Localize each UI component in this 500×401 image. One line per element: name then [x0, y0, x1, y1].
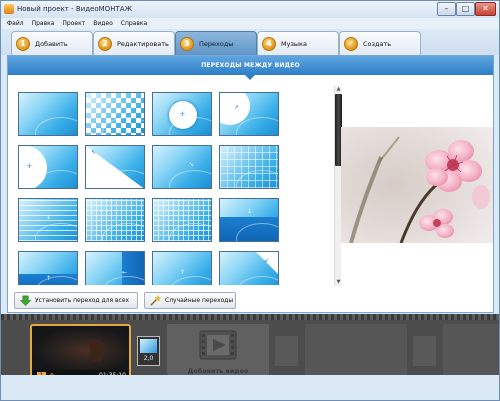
transition-thumb-circle-corner[interactable]: ↗ [219, 92, 279, 136]
transitions-panel: ПЕРЕХОДЫ МЕЖДУ ВИДЕО ✛ ↗ ✛ ↖ ↘ ↓ ↓ ↑ ← ↑… [7, 55, 494, 313]
transition-thumb-corner[interactable]: ↙ [219, 251, 279, 285]
video-clip-card[interactable]: 1 ✎ 01:35:10 [30, 324, 131, 381]
maximize-button[interactable]: □ [456, 2, 475, 16]
transition-thumb-split[interactable]: ↓ [219, 198, 279, 242]
menu-help[interactable]: Справка [121, 20, 147, 27]
transition-thumb-wipe-up[interactable]: ↑ [18, 251, 78, 285]
arrow-icon: ↙ [264, 257, 270, 264]
transitions-grid: ✛ ↗ ✛ ↖ ↘ ↓ ↓ ↑ ← ↑ ↙ [16, 92, 284, 285]
magic-wand-icon [150, 295, 161, 306]
scroll-down-icon[interactable]: ▼ [335, 279, 342, 286]
tab-transitions[interactable]: 3 Переходы [175, 31, 257, 55]
app-window: Новый проект - ВидеоМОНТАЖ – □ ✕ Файл Пр… [0, 0, 500, 401]
tab-music[interactable]: 4 Музыка [257, 31, 339, 55]
transitions-scrollbar[interactable]: ▲ ▼ [334, 86, 342, 286]
check-icon: ✓ [344, 36, 358, 51]
empty-clip-slot [443, 324, 499, 381]
transition-thumb-slide[interactable]: ↘ [152, 145, 212, 189]
title-bar: Новый проект - ВидеоМОНТАЖ – □ ✕ [1, 1, 499, 18]
tab-label: Создать [363, 39, 392, 48]
window-title: Новый проект - ВидеоМОНТАЖ [17, 5, 133, 13]
empty-transition-slot [275, 336, 298, 366]
transition-thumb-grid[interactable] [85, 198, 145, 242]
clip-thumbnail [32, 326, 129, 370]
close-button[interactable]: ✕ [475, 2, 496, 16]
arrow-up-icon: ↑ [46, 275, 52, 282]
menu-project[interactable]: Проект [62, 20, 85, 27]
menu-file[interactable]: Файл [7, 20, 24, 27]
tab-create[interactable]: ✓ Создать [339, 31, 421, 55]
tab-edit[interactable]: 2 Редактировать [93, 31, 175, 55]
tab-add[interactable]: 1 Добавить [11, 31, 93, 55]
arrow-icon: ✛ [27, 163, 33, 170]
status-bar [1, 375, 499, 400]
step-number-badge: 2 [98, 36, 112, 51]
step-number-badge: 3 [180, 36, 194, 51]
blossom-photo [341, 127, 493, 243]
transition-thumb-diagonal[interactable]: ↖ [85, 145, 145, 189]
menu-edit[interactable]: Правка [32, 20, 55, 27]
menu-video[interactable]: Видео [93, 20, 113, 27]
transition-duration: 2,0 [143, 355, 154, 362]
transition-preview-thumb [140, 339, 157, 353]
add-video-slot[interactable]: Добавить видео [167, 324, 269, 381]
random-transitions-label: Случайные переходы [165, 297, 234, 304]
tab-label: Добавить [35, 39, 68, 48]
header-pointer [245, 75, 255, 80]
film-icon [199, 330, 237, 360]
empty-transition-slot [413, 336, 436, 366]
arrow-icon: ↗ [234, 104, 240, 111]
arrow-down-icon: ↓ [46, 214, 52, 221]
transition-thumb-push[interactable]: ↑ [152, 251, 212, 285]
apply-to-all-label: Установить переход для всех [35, 297, 130, 304]
transition-thumb-mesh[interactable] [219, 145, 279, 189]
transition-thumb-circle-left[interactable]: ✛ [18, 145, 78, 189]
storyboard-timeline: 1 ✎ 01:35:10 2,0 Добавить видео [1, 314, 499, 381]
preview-image [341, 127, 493, 243]
transition-thumb-wipe-left[interactable]: ← [85, 251, 145, 285]
arrow-up-icon: ↑ [180, 269, 186, 276]
scroll-up-icon[interactable]: ▲ [335, 86, 342, 93]
arrow-down-icon: ↓ [247, 208, 253, 215]
tab-label: Музыка [281, 39, 307, 48]
move-cross-icon: ✛ [180, 111, 186, 118]
menu-bar: Файл Правка Проект Видео Справка [1, 18, 499, 29]
random-transitions-button[interactable]: Случайные переходы [144, 292, 236, 309]
clip-figure [90, 340, 102, 362]
app-logo-icon [4, 4, 14, 14]
apply-to-all-button[interactable]: Установить переход для всех [14, 292, 138, 309]
transition-chip[interactable]: 2,0 [137, 336, 160, 366]
section-title: ПЕРЕХОДЫ МЕЖДУ ВИДЕО [201, 62, 300, 69]
transition-thumb-blinds[interactable]: ↓ [18, 198, 78, 242]
arrow-icon: ↘ [189, 161, 195, 168]
tab-label: Редактировать [117, 39, 169, 48]
transition-thumb-circle[interactable]: ✛ [152, 92, 212, 136]
add-video-label: Добавить видео [187, 367, 249, 375]
step-number-badge: 1 [16, 36, 30, 51]
timeline-ruler [1, 314, 499, 320]
empty-clip-slot [305, 324, 407, 381]
transition-thumb-tiles[interactable] [152, 198, 212, 242]
minimize-button[interactable]: – [437, 2, 456, 16]
arrow-left-icon: ← [122, 269, 128, 276]
section-header: ПЕРЕХОДЫ МЕЖДУ ВИДЕО [8, 56, 493, 75]
transition-thumb-fade[interactable] [18, 92, 78, 136]
arrow-down-icon [20, 295, 31, 306]
arrow-icon: ↖ [91, 149, 97, 156]
tab-label: Переходы [199, 39, 234, 48]
transition-thumb-checker[interactable] [85, 92, 145, 136]
step-tabs: 1 Добавить 2 Редактировать 3 Переходы 4 … [1, 29, 499, 55]
step-number-badge: 4 [262, 36, 276, 51]
